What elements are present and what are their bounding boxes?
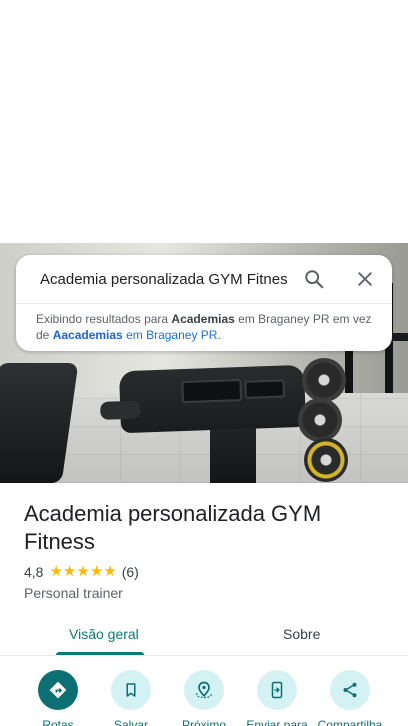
nearby-label: Próximo xyxy=(181,718,226,726)
search-icon[interactable] xyxy=(300,265,328,293)
star-rating: ★ ★ ★ ★ ★ xyxy=(49,563,116,581)
weight-plate xyxy=(304,438,348,482)
tab-bar: Visão geral Sobre xyxy=(0,612,408,656)
close-icon[interactable] xyxy=(351,265,379,293)
map-area xyxy=(0,0,408,243)
save-button[interactable]: Salvar xyxy=(95,670,167,726)
send-to-phone-button[interactable]: Enviar para xyxy=(241,670,313,726)
photo-treadmill-console xyxy=(100,364,307,434)
share-button[interactable]: Compartilha xyxy=(314,670,386,726)
action-bar: Rotas Salvar Próximo Enviar para Compart… xyxy=(0,660,408,726)
note-end: . xyxy=(217,328,221,342)
star-icon: ★ xyxy=(103,563,117,580)
tab-about[interactable]: Sobre xyxy=(283,624,320,644)
star-icon: ★ xyxy=(89,563,104,580)
review-count: (6) xyxy=(121,564,139,580)
note-prefix: Exibindo resultados para xyxy=(36,312,172,326)
weight-plate xyxy=(302,358,346,402)
send-to-phone-icon xyxy=(257,670,297,710)
original-term-suffix: em Braganey PR xyxy=(122,328,218,342)
star-icon: ★ xyxy=(62,563,77,580)
photo-screen xyxy=(181,378,243,404)
star-icon: ★ xyxy=(49,563,63,580)
spelling-correction-note: Exibindo resultados para Academias em Br… xyxy=(36,311,376,343)
divider xyxy=(0,655,408,656)
nearby-icon xyxy=(184,670,224,710)
share-icon xyxy=(330,670,370,710)
rating-value: 4,8 xyxy=(24,564,44,580)
divider xyxy=(16,303,392,304)
directions-label: Rotas xyxy=(42,718,74,726)
save-label: Salvar xyxy=(113,718,148,726)
original-term: Aacademias xyxy=(52,328,123,342)
bookmark-icon xyxy=(111,670,151,710)
star-icon: ★ xyxy=(76,563,90,580)
original-search-link[interactable]: Aacademias em Braganey PR xyxy=(53,328,218,342)
send-to-phone-label: Enviar para xyxy=(246,718,308,726)
search-bar[interactable]: Academia personalizada GYM Fitnes xyxy=(16,255,392,303)
directions-icon xyxy=(38,670,78,710)
photo-weight-plates xyxy=(298,358,350,482)
tab-overview[interactable]: Visão geral xyxy=(69,624,139,644)
place-category: Personal trainer xyxy=(24,585,123,601)
search-card: Academia personalizada GYM Fitnes Exibin… xyxy=(16,255,392,351)
photo-screen-small xyxy=(244,379,285,399)
nearby-button[interactable]: Próximo xyxy=(168,670,240,726)
corrected-term: Academias xyxy=(171,312,235,326)
rating-row[interactable]: 4,8 ★ ★ ★ ★ ★ (6) xyxy=(24,563,139,581)
weight-plate xyxy=(298,398,342,442)
share-label: Compartilha xyxy=(317,718,383,726)
directions-button[interactable]: Rotas xyxy=(22,670,94,726)
search-input[interactable]: Academia personalizada GYM Fitnes xyxy=(40,269,288,291)
photo-handle xyxy=(100,400,141,420)
place-title: Academia personalizada GYM Fitness xyxy=(24,501,322,554)
